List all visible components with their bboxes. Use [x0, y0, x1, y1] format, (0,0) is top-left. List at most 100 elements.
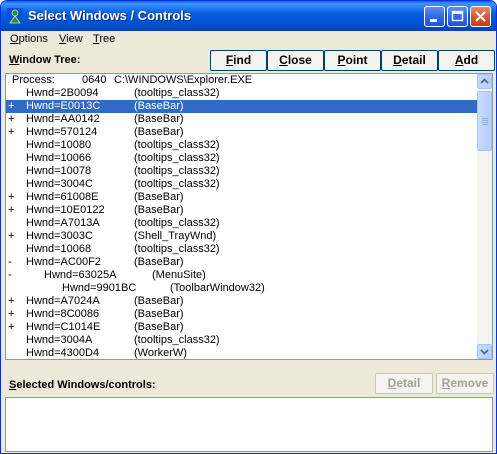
class-label: (BaseBar) [134, 113, 184, 125]
tree-row[interactable]: Hwnd=10078 (tooltips_class32) [6, 165, 477, 178]
process-row[interactable]: Process: 0640 C:\WINDOWS\Explorer.EXE [6, 74, 477, 87]
expand-toggle[interactable]: - [8, 269, 12, 282]
tree-row[interactable]: + Hwnd=61008E (BaseBar) [6, 191, 477, 204]
main-window: Select Windows / Controls Options View T… [0, 0, 497, 454]
minimize-button[interactable] [424, 6, 445, 27]
tree-row[interactable]: + Hwnd=C1014E (BaseBar) [6, 321, 477, 334]
hwnd-label: Hwnd=570124 [26, 126, 98, 138]
tree-row[interactable]: + Hwnd=E0013C (BaseBar) [6, 100, 477, 113]
expand-toggle[interactable]: + [8, 100, 14, 113]
tree-rows: Process: 0640 C:\WINDOWS\Explorer.EXE Hw… [6, 74, 477, 359]
tree-row[interactable]: - Hwnd=AC00F2 (BaseBar) [6, 256, 477, 269]
tree-row[interactable]: Hwnd=10080 (tooltips_class32) [6, 139, 477, 152]
hwnd-label: Hwnd=4300D4 [26, 347, 100, 359]
tree-row[interactable]: Hwnd=3004A (tooltips_class32) [6, 334, 477, 347]
expand-toggle[interactable]: + [8, 230, 14, 243]
find-button[interactable]: Find [210, 50, 267, 71]
tree-row[interactable]: + Hwnd=10E0122 (BaseBar) [6, 204, 477, 217]
add-button[interactable]: Add [438, 50, 495, 71]
class-label: (tooltips_class32) [134, 165, 220, 177]
point-button[interactable]: Point [324, 50, 381, 71]
scroll-up-button[interactable] [477, 74, 492, 89]
menu-view[interactable]: View [59, 33, 83, 45]
tree-row[interactable]: + Hwnd=570124 (BaseBar) [6, 126, 477, 139]
hwnd-label: Hwnd=AC00F2 [26, 256, 101, 268]
tree-row[interactable]: Hwnd=10068 (tooltips_class32) [6, 243, 477, 256]
expand-toggle[interactable]: + [8, 126, 14, 139]
expand-toggle[interactable]: + [8, 191, 14, 204]
tree-row[interactable]: - Hwnd=63025A (MenuSite) [6, 269, 477, 282]
tree-row[interactable]: Hwnd=A7013A (tooltips_class32) [6, 217, 477, 230]
class-label: (BaseBar) [134, 321, 184, 333]
window-title: Select Windows / Controls [28, 8, 192, 23]
remove-button[interactable]: Remove [436, 373, 494, 394]
detail-button[interactable]: Detail [381, 50, 438, 71]
process-id: 0640 [82, 74, 107, 86]
hwnd-label: Hwnd=2B0094 [26, 87, 99, 99]
app-icon [7, 8, 23, 24]
tree-row[interactable]: + Hwnd=AA0142 (BaseBar) [6, 113, 477, 126]
close-button[interactable]: Close [267, 50, 324, 71]
menu-tree[interactable]: Tree [93, 33, 115, 45]
hwnd-label: Hwnd=10066 [26, 152, 92, 164]
close-icon [475, 11, 486, 22]
tree-row[interactable]: + Hwnd=A7024A (BaseBar) [6, 295, 477, 308]
class-label: (tooltips_class32) [134, 178, 220, 190]
expand-toggle[interactable]: + [8, 295, 14, 308]
tree-row[interactable]: + Hwnd=3003C (Shell_TrayWnd) [6, 230, 477, 243]
class-label: (BaseBar) [134, 295, 184, 307]
hwnd-label: Hwnd=E0013C [26, 100, 101, 112]
hwnd-label: Hwnd=9901BC [62, 282, 137, 294]
hwnd-label: Hwnd=3004A [26, 334, 93, 346]
scroll-down-button[interactable] [477, 344, 492, 359]
tree-row[interactable]: Hwnd=3004C (tooltips_class32) [6, 178, 477, 191]
hwnd-label: Hwnd=8C0086 [26, 308, 100, 320]
arrow-down-icon [480, 349, 489, 355]
hwnd-label: Hwnd=3004C [26, 178, 93, 190]
class-label: (tooltips_class32) [134, 87, 220, 99]
expand-toggle[interactable]: - [8, 256, 12, 269]
expand-toggle[interactable]: + [8, 321, 14, 334]
minimize-icon [430, 19, 437, 22]
tree-row[interactable]: Hwnd=9901BC (ToolbarWindow32) [6, 282, 477, 295]
class-label: (MenuSite) [152, 269, 206, 281]
maximize-icon [451, 10, 464, 22]
hwnd-label: Hwnd=61008E [26, 191, 99, 203]
tree-row[interactable]: Hwnd=2B0094 (tooltips_class32) [6, 87, 477, 100]
expand-toggle[interactable]: + [8, 204, 14, 217]
selected-list[interactable] [5, 397, 493, 452]
process-path: C:\WINDOWS\Explorer.EXE [114, 74, 253, 86]
title-bar[interactable]: Select Windows / Controls [1, 1, 496, 31]
selected-detail-button[interactable]: Detail [375, 373, 433, 394]
tree-toolbar: Window Tree: Find Close Point Detail Add [2, 50, 495, 72]
hwnd-label: Hwnd=10068 [26, 243, 92, 255]
class-label: (tooltips_class32) [134, 334, 220, 346]
expand-toggle[interactable]: + [8, 308, 14, 321]
expand-toggle[interactable]: + [8, 113, 14, 126]
tree-row[interactable]: + Hwnd=8C0086 (BaseBar) [6, 308, 477, 321]
close-window-button[interactable] [470, 6, 491, 27]
hwnd-label: Hwnd=10080 [26, 139, 92, 151]
tree-row[interactable]: Hwnd=10066 (tooltips_class32) [6, 152, 477, 165]
arrow-up-icon [480, 78, 489, 84]
tree-scrollbar[interactable] [477, 74, 492, 359]
class-label: (tooltips_class32) [134, 152, 220, 164]
menu-options[interactable]: Options [10, 33, 48, 45]
selected-label: Selected Windows/controls: [9, 379, 156, 391]
class-label: (BaseBar) [134, 256, 184, 268]
hwnd-label: Hwnd=A7013A [26, 217, 100, 229]
window-tree-label: Window Tree: [9, 54, 81, 66]
hwnd-label: Hwnd=10E0122 [26, 204, 105, 216]
hwnd-label: Hwnd=10078 [26, 165, 92, 177]
class-label: (Shell_TrayWnd) [134, 230, 217, 242]
class-label: (WorkerW) [134, 347, 187, 359]
tree-row[interactable]: Hwnd=4300D4 (WorkerW) [6, 347, 477, 359]
class-label: (BaseBar) [134, 191, 184, 203]
scroll-thumb[interactable] [477, 91, 492, 151]
maximize-button[interactable] [447, 6, 468, 27]
hwnd-label: Hwnd=3003C [26, 230, 93, 242]
hwnd-label: Hwnd=AA0142 [26, 113, 100, 125]
window-tree[interactable]: Process: 0640 C:\WINDOWS\Explorer.EXE Hw… [5, 73, 493, 360]
selected-toolbar: Selected Windows/controls: Detail Remove [2, 373, 495, 395]
hwnd-label: Hwnd=A7024A [26, 295, 100, 307]
